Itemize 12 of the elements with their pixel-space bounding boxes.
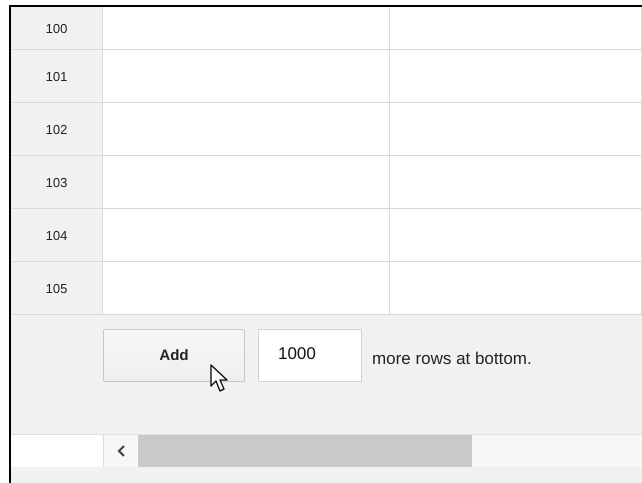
add-button[interactable]: Add <box>103 329 245 382</box>
scroll-left-icon[interactable] <box>116 445 126 457</box>
row-number[interactable]: 102 <box>11 103 103 155</box>
scrollbar-thumb[interactable] <box>138 435 472 467</box>
row-number[interactable]: 104 <box>11 209 103 261</box>
row-number[interactable]: 105 <box>11 262 103 314</box>
row-number[interactable]: 103 <box>11 156 103 208</box>
more-rows-label: more rows at bottom. <box>372 349 532 369</box>
row-count-field[interactable]: 1000 <box>258 329 362 382</box>
row-number[interactable]: 100 <box>11 7 103 49</box>
mouse-cursor-icon <box>210 364 230 394</box>
row-number[interactable]: 101 <box>11 50 103 102</box>
